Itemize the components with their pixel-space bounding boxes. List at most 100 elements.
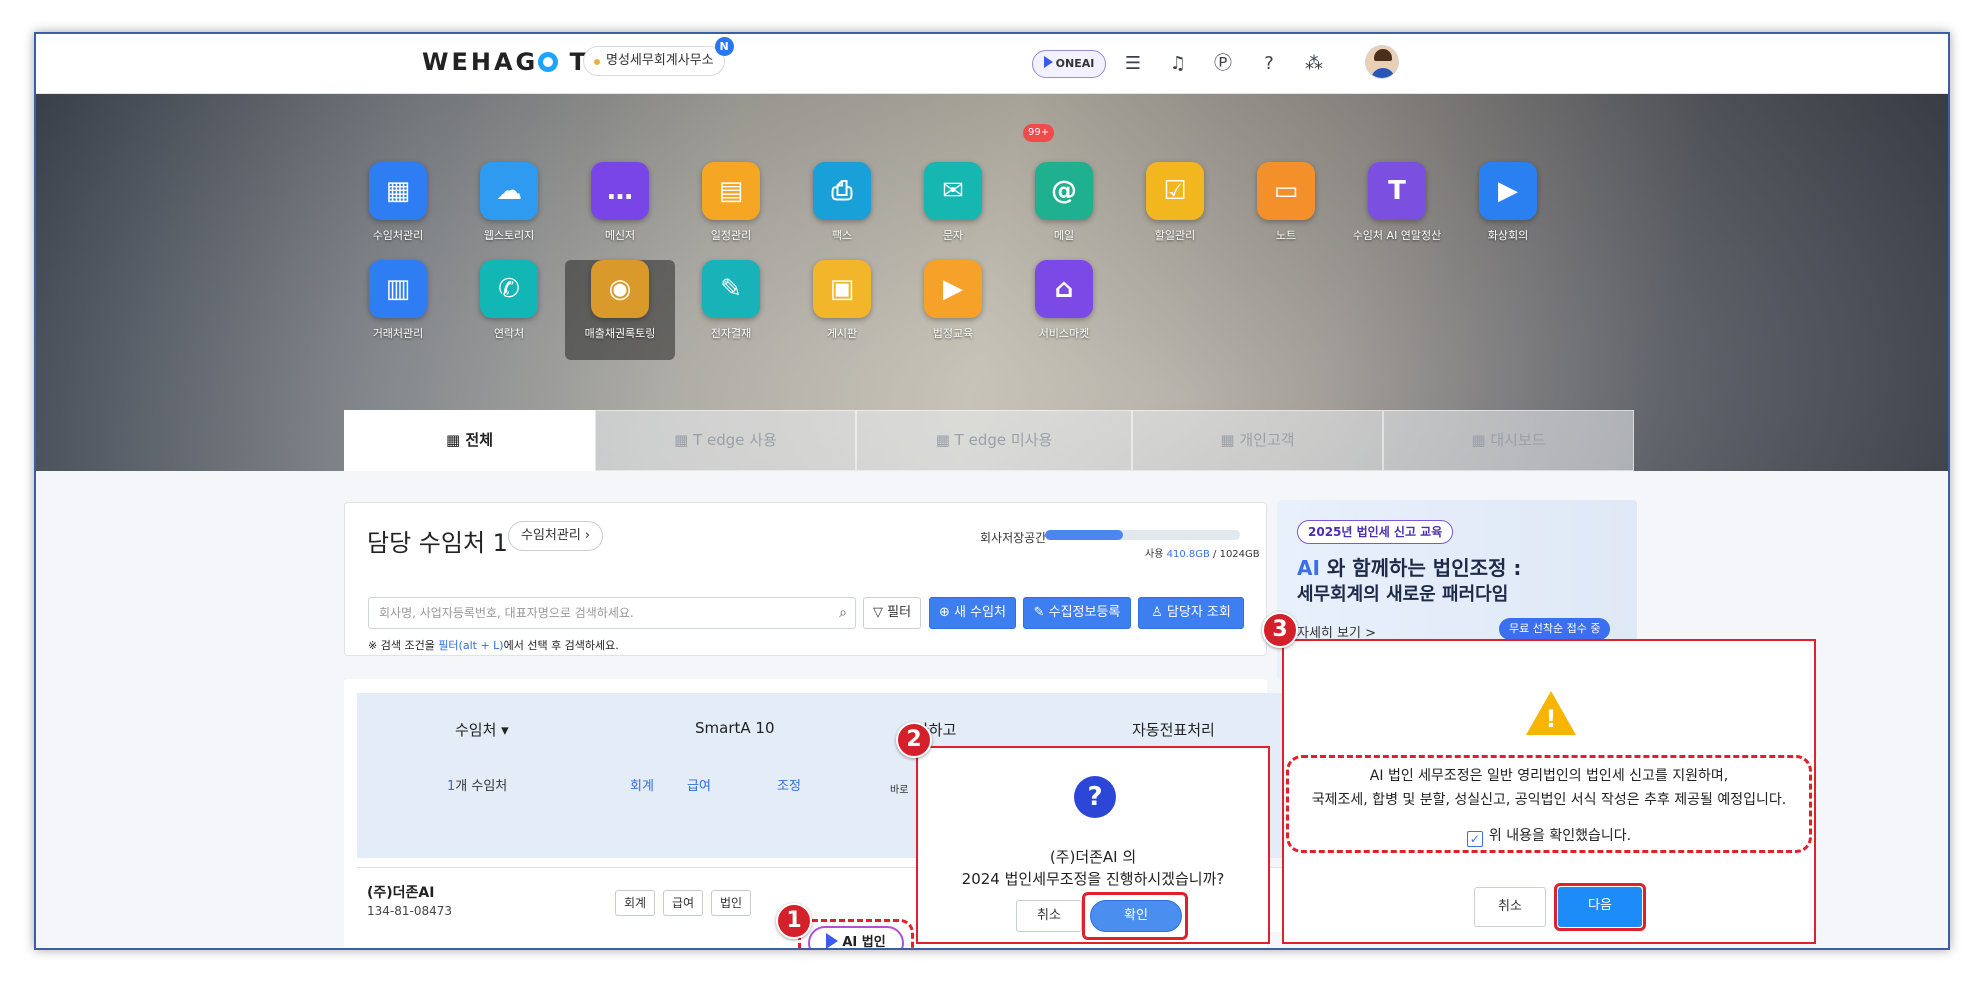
video-icon: ▶ [1479,162,1537,220]
app-label: 수임처관리 [372,229,424,242]
banner-tag: 2025년 법인세 신고 교육 [1297,520,1454,544]
todo-icon: ☑ [1146,162,1204,220]
row-accounting-button[interactable]: 회계 [615,890,655,916]
app-approval[interactable]: ✎ 전자결재 [676,260,786,360]
tab-personal[interactable]: ▦ 개인고객 [1132,410,1383,471]
question-icon: ? [1074,776,1116,818]
app-phone[interactable]: ✆ 연락처 [454,260,564,360]
tax-icon: T [1368,162,1426,220]
col-client[interactable]: 수임처 ▾ [455,719,509,740]
app-label: 메일 [1053,229,1075,242]
search-icon[interactable]: ⌕ [839,598,847,628]
app-label: 법정교육 [932,327,974,340]
page-title: 담당 수임처 1 [367,529,508,557]
app-label: 거래처관리 [372,327,424,340]
office-icon: ▥ [369,260,427,318]
wehago-logo[interactable]: WEHAG T [422,48,589,76]
notice-highlight [1286,755,1812,853]
row-payroll-button[interactable]: 급여 [663,890,703,916]
app-cloud[interactable]: ☁ 웹스토리지 [454,162,564,262]
client-summary-card: 담당 수임처 1 수임처관리 › 회사저장공간 사용 410.8GB / 102… [344,502,1267,656]
step-2-marker: 2 [896,722,932,758]
app-fax[interactable]: ⎙ 팩스 [787,162,897,262]
building-icon: ▦ [369,162,427,220]
cloud-icon: ☁ [480,162,538,220]
app-board[interactable]: ▣ 게시판 [787,260,897,360]
next-button-highlight [1554,883,1646,931]
app-tax[interactable]: T 수임처 AI 연말정산 [1342,162,1452,262]
tab-all[interactable]: ▦ 전체 [344,410,595,471]
mail-icon: @ [1035,162,1093,220]
confirm-dialog: ? (주)더존AI 의 2024 법인세무조정을 진행하시겠습니까? 취소 확인 [916,746,1270,944]
point-icon[interactable]: Ⓟ [1211,52,1235,76]
tab-dashboard[interactable]: ▦ 대시보드 [1383,410,1634,471]
confirm-line-1: (주)더존AI 의 [1049,848,1137,866]
phone-icon: ✆ [480,260,538,318]
sub-payroll: 급여 [687,779,711,794]
storage-used: 사용 410.8GB / 1024GB [1145,549,1260,560]
app-label: 문자 [942,229,964,242]
app-label: 화상회의 [1487,229,1529,242]
calendar-icon: ▤ [702,162,760,220]
app-label: 팩스 [831,229,853,242]
notice-dialog: ! AI 법인 세무조정은 일반 영리법인의 법인세 신고를 지원하며, 국제조… [1282,639,1816,944]
app-window: WEHAG T 명성세무회계사무소 N ONEAI ☰ ♫ Ⓟ ? ⁂ ▦ 수임처… [34,32,1950,950]
row-corporate-button[interactable]: 법인 [711,890,751,916]
app-label: 수임처 AI 연말정산 [1352,229,1442,242]
app-office[interactable]: ▥ 거래처관리 [343,260,453,360]
cancel-button-2[interactable]: 취소 [1474,887,1546,927]
logo-o-icon [538,52,559,72]
office-name: 명성세무회계사무소 [606,53,714,68]
oneai-button[interactable]: ONEAI [1032,50,1106,78]
app-calendar[interactable]: ▤ 일정관리 [676,162,786,262]
new-badge: N [714,37,734,56]
app-video[interactable]: ▶ 화상회의 [1453,162,1563,262]
sub-direct: 바로 [890,785,909,796]
app-label: 노트 [1275,229,1297,242]
bell-icon[interactable]: ♫ [1166,52,1190,76]
fax-icon: ⎙ [813,162,871,220]
app-sms[interactable]: ✉ 문자 [898,162,1008,262]
search-input[interactable]: 회사명, 사업자등록번호, 대표자명으로 검색하세요. ⌕ [368,597,856,629]
help-icon[interactable]: ? [1257,52,1281,76]
storage-bar-fill [1045,530,1123,540]
app-mail[interactable]: @ 메일 [1009,162,1119,262]
manager-lookup-button[interactable]: ♙ 담당자 조회 [1138,597,1244,629]
app-store[interactable]: ⌂ 서비스마켓 [1009,260,1119,360]
storage-label: 회사저장공간 [980,531,1047,545]
ai-button-highlight [798,919,914,948]
app-label: 웹스토리지 [483,229,535,242]
filter-button[interactable]: ▽ 필터 [863,597,921,629]
new-client-button[interactable]: ⊕ 새 수임처 [929,597,1016,629]
step-3-marker: 3 [1262,612,1298,648]
app-note-app[interactable]: ▭ 노트 [1231,162,1341,262]
tab-tedge-used[interactable]: ▦ T edge 사용 [595,410,856,471]
col-auto-slip: 자동전표처리 [1132,721,1215,739]
storage-bar [1045,530,1240,540]
banner-subtitle: 세무회계의 새로운 패러다임 [1297,584,1509,605]
manage-clients-button[interactable]: 수임처관리 › [508,521,604,551]
app-label: 일정관리 [710,229,752,242]
app-todo[interactable]: ☑ 할일관리 [1120,162,1230,262]
collect-info-button[interactable]: ✎ 수집정보등록 [1023,597,1131,629]
app-building[interactable]: ▦ 수임처관리 [343,162,453,262]
banner-title: AI 와 함께하는 법인조정 : [1297,556,1522,580]
note-icon[interactable]: ☰ [1121,52,1145,76]
step-1-marker: 1 [776,903,812,939]
frog-icon: ◉ [591,260,649,318]
app-frog[interactable]: ◉ 매출채권록토링 [565,260,675,360]
mail-count-badge: 99+ [1023,124,1055,142]
org-icon[interactable]: ⁂ [1302,52,1326,76]
cancel-button[interactable]: 취소 [1016,900,1082,932]
row-client-name: (주)더존AI [367,885,435,901]
warning-icon: ! [1526,691,1576,735]
app-education[interactable]: ▶ 법정교육 [898,260,1008,360]
play-icon [1043,56,1053,68]
sub-accounting: 회계 [630,779,654,794]
note-app-icon: ▭ [1257,162,1315,220]
avatar[interactable] [1365,45,1399,79]
tab-tedge-unused[interactable]: ▦ T edge 미사용 [856,410,1132,471]
education-icon: ▶ [924,260,982,318]
office-selector[interactable]: 명성세무회계사무소 N [583,37,734,76]
app-chat[interactable]: … 메신저 [565,162,675,262]
